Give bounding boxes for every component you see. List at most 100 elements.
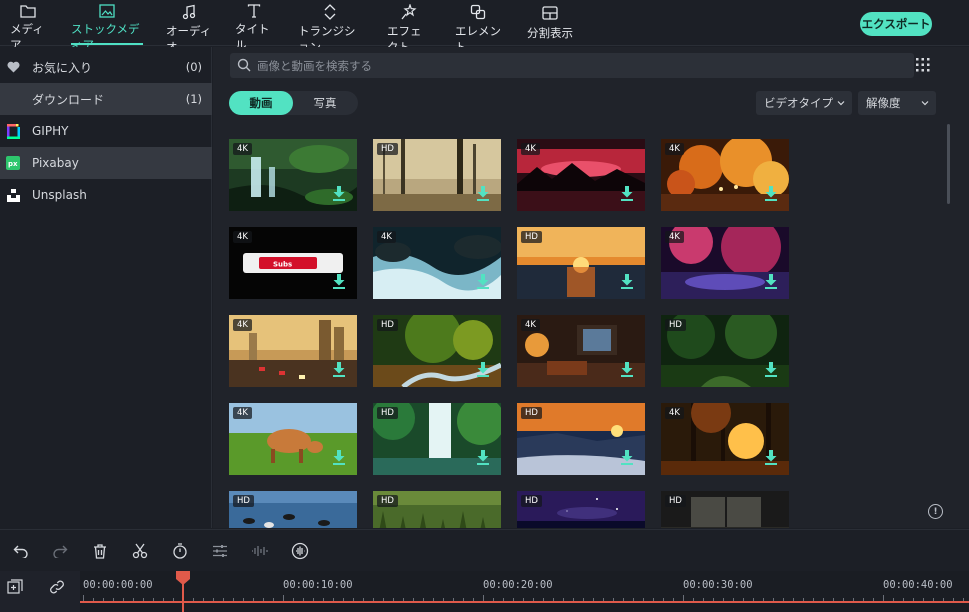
info-icon[interactable]: ! [928,504,943,519]
toolbar-item-split-screen[interactable]: 分割表示 [525,4,575,44]
link-icon[interactable] [49,579,65,595]
resolution-badge: HD [377,143,398,155]
media-grid: 4K HD 4K 4K Subs 4K 4K HD 4K 4K HD 4K HD 4K HD HD 4K HD HD… [213,47,969,528]
media-thumbnail[interactable]: 4K [517,139,645,211]
toolbar-item-effect[interactable]: エフェクト [387,4,431,54]
active-tab-underline [71,43,143,45]
sidebar-item-pixabay[interactable]: px Pixabay [0,147,212,179]
download-icon[interactable] [621,186,633,201]
resolution-badge: 4K [521,143,540,155]
media-thumbnail[interactable]: 4K [229,315,357,387]
media-thumbnail[interactable]: HD [517,403,645,475]
resolution-badge: 4K [665,143,684,155]
download-icon[interactable] [333,362,345,377]
toolbar-item-media[interactable]: メディア [10,4,46,52]
resolution-badge: 4K [233,319,252,331]
download-icon[interactable] [477,450,489,465]
export-button[interactable]: エクスポート [860,12,932,36]
download-icon[interactable] [765,362,777,377]
resolution-badge: HD [521,407,542,419]
download-icon[interactable] [765,450,777,465]
media-thumbnail[interactable]: 4K [229,139,357,211]
media-thumbnail[interactable]: HD [661,315,789,387]
toolbar-item-transition[interactable]: トランジション [298,4,362,54]
toolbar-item-stock-media[interactable]: ストックメディア [71,4,143,52]
media-thumbnail[interactable]: 4K [661,139,789,211]
toolbar-item-title[interactable]: タイトル [235,4,273,52]
download-icon[interactable] [333,274,345,289]
scrollbar-thumb[interactable] [947,124,950,204]
resolution-badge: 4K [377,231,396,243]
timecode-label: 00:00:40:00 [883,579,953,591]
sidebar-item-label: ダウンロード [32,92,105,107]
speed-timer-icon[interactable] [171,542,189,560]
effect-sparkle-icon [399,4,419,20]
music-note-icon [179,4,199,20]
media-thumbnail[interactable]: 4K [373,227,501,299]
media-thumbnail[interactable]: HD [517,227,645,299]
download-icon[interactable] [477,274,489,289]
heart-icon [6,60,20,74]
stock-media-icon [97,4,117,18]
sidebar-item-label: GIPHY [32,124,69,138]
delete-icon[interactable] [91,542,109,560]
toolbar-item-audio[interactable]: オーディオ [166,4,212,54]
media-thumbnail[interactable]: 4K [229,403,357,475]
timecode-label: 00:00:00:00 [83,579,153,591]
media-thumbnail[interactable]: 4K [517,315,645,387]
timeline: 00:00:00:00 00:00:10:00 00:00:20:00 00:0… [0,571,969,612]
sidebar-item-count: (1) [185,92,202,106]
download-icon[interactable] [477,186,489,201]
resolution-badge: 4K [233,231,252,243]
stock-media-browser: 画像と動画を検索する 動画 写真 ビデオタイプ 解像度 4K HD 4K 4K Subs… [213,47,969,528]
audio-waveform-icon[interactable] [251,542,269,560]
media-thumbnail[interactable]: HD [373,315,501,387]
download-icon[interactable] [333,450,345,465]
playhead[interactable] [176,571,190,612]
resolution-badge: HD [233,495,254,507]
toolbar-item-element[interactable]: エレメント [455,4,501,54]
sidebar-item-label: Unsplash [32,188,87,202]
media-thumbnail[interactable]: HD [373,403,501,475]
timeline-controls [0,571,80,612]
resolution-badge: 4K [233,143,252,155]
sidebar-item-label: お気に入り [32,60,93,75]
media-thumbnail[interactable]: HD [229,491,357,528]
app-window: メディア ストックメディア オーディオ タイトル トランジション [0,0,969,612]
sidebar-item-unsplash[interactable]: Unsplash [0,179,212,211]
media-thumbnail[interactable]: HD [661,491,789,528]
transition-icon [320,4,340,20]
sidebar-item-giphy[interactable]: GIPHY [0,115,212,147]
redo-icon[interactable] [51,542,69,560]
media-thumbnail[interactable]: Subs 4K [229,227,357,299]
resolution-badge: 4K [665,231,684,243]
sidebar-item-downloads[interactable]: ダウンロード (1) [0,83,212,115]
timeline-ruler[interactable]: 00:00:00:00 00:00:10:00 00:00:20:00 00:0… [80,571,969,612]
media-thumbnail[interactable]: 4K [661,403,789,475]
toolbar-label: 分割表示 [527,26,573,40]
download-icon[interactable] [333,186,345,201]
download-icon[interactable] [621,450,633,465]
folder-icon [18,4,38,18]
undo-icon[interactable] [12,542,30,560]
resolution-badge: HD [521,231,542,243]
sidebar: お気に入り (0) ダウンロード (1) GIPHY px Pixabay Un… [0,47,212,528]
media-thumbnail[interactable]: HD [373,139,501,211]
download-icon[interactable] [765,274,777,289]
media-thumbnail[interactable]: 4K [661,227,789,299]
download-icon[interactable] [621,274,633,289]
media-thumbnail[interactable]: HD [517,491,645,528]
download-icon[interactable] [477,362,489,377]
audio-detect-icon[interactable] [291,542,309,560]
download-icon[interactable] [621,362,633,377]
adjust-sliders-icon[interactable] [211,542,229,560]
svg-text:px: px [8,160,18,168]
resolution-badge: HD [377,407,398,419]
add-track-icon[interactable] [7,579,23,595]
download-icon[interactable] [765,186,777,201]
svg-text:Subs: Subs [273,261,292,269]
scissors-icon[interactable] [131,542,149,560]
media-thumbnail[interactable]: HD [373,491,501,528]
text-t-icon [244,4,264,18]
sidebar-item-favorites[interactable]: お気に入り (0) [0,51,212,83]
